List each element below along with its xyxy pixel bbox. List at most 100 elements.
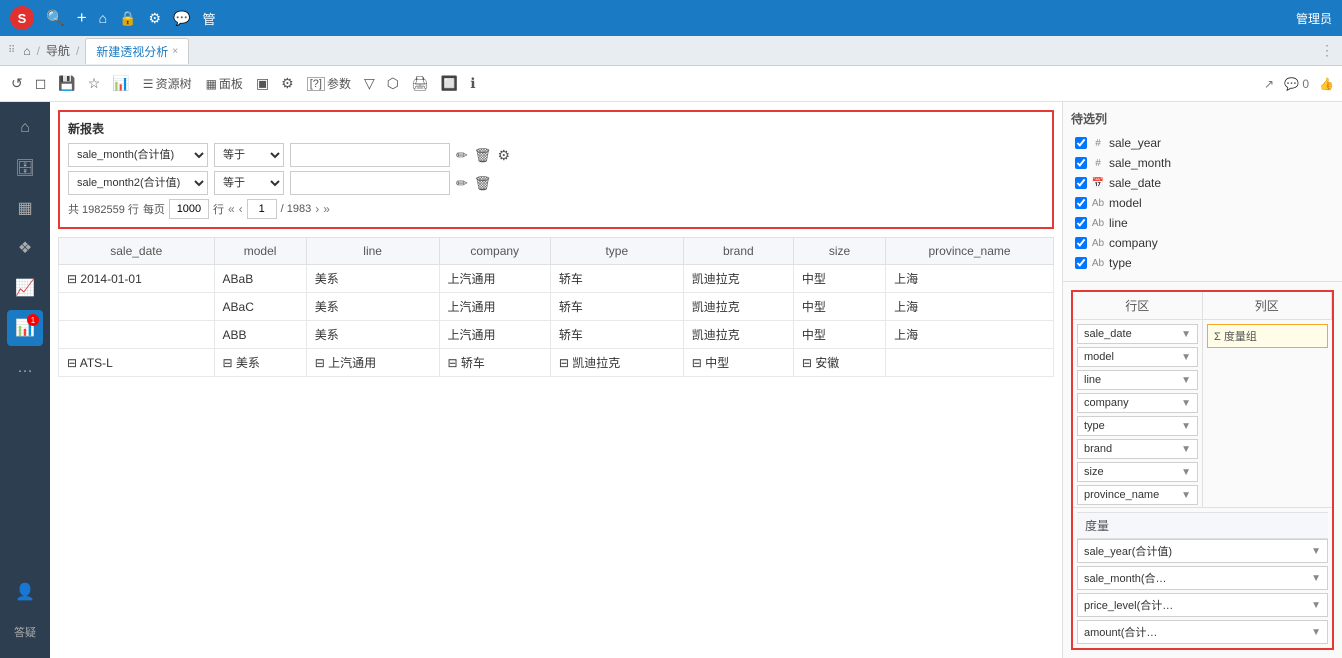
sidebar-item-apps[interactable]: ❖ xyxy=(7,230,43,266)
cell-size: ⊟ 安徽 xyxy=(793,349,885,377)
filter-field-2[interactable]: sale_month2(合计值) xyxy=(68,171,208,195)
nav-breadcrumb[interactable]: 导航 xyxy=(46,42,70,59)
field-item-sale_date[interactable]: 📅 sale_date xyxy=(1071,173,1334,193)
filter-edit-1[interactable]: ✏ xyxy=(456,147,468,164)
filter-value-2[interactable] xyxy=(290,171,450,195)
comment-btn[interactable]: 💬 0 xyxy=(1284,77,1309,91)
sidebar-item-grid[interactable]: ▦ xyxy=(7,190,43,226)
like-btn[interactable]: 👍 xyxy=(1319,77,1334,91)
row-field-brand[interactable]: brand▼ xyxy=(1077,439,1198,459)
field-checkbox-company[interactable] xyxy=(1075,237,1087,249)
field-item-sale_month[interactable]: # sale_month xyxy=(1071,153,1334,173)
filter-value-1[interactable] xyxy=(290,143,450,167)
col-type[interactable]: type xyxy=(550,238,683,265)
settings-icon[interactable]: ⚙ xyxy=(149,10,162,27)
cell-type: 轿车 xyxy=(550,321,683,349)
new-btn[interactable]: ◻ xyxy=(32,73,50,94)
col-field-_____[interactable]: Σ 度量组 xyxy=(1207,324,1328,348)
lock-icon[interactable]: 🔒 xyxy=(119,10,136,27)
field-item-line[interactable]: Ab line xyxy=(1071,213,1334,233)
print-btn[interactable]: 🖨 xyxy=(408,73,432,94)
filter-config-1[interactable]: ⚙ xyxy=(498,147,511,164)
field-item-company[interactable]: Ab company xyxy=(1071,233,1334,253)
row-field-type[interactable]: type▼ xyxy=(1077,416,1198,436)
sidebar-item-db[interactable]: 🗄 xyxy=(7,150,43,186)
chart-btn[interactable]: 📊 xyxy=(109,73,132,94)
cell-company: 上汽通用 xyxy=(439,321,550,349)
sidebar-item-table[interactable]: 📊 xyxy=(7,310,43,346)
measure-field-sale_month___[interactable]: sale_month(合…▼ xyxy=(1077,566,1328,590)
field-name-line: line xyxy=(1109,216,1128,230)
add-icon[interactable]: + xyxy=(77,8,87,28)
prev-page-btn[interactable]: ‹ xyxy=(239,202,243,216)
field-item-sale_year[interactable]: # sale_year xyxy=(1071,133,1334,153)
data-table-wrapper: sale_date model line company type brand … xyxy=(58,237,1054,650)
field-checkbox-model[interactable] xyxy=(1075,197,1087,209)
measure-field-sale_year_____[interactable]: sale_year(合计值)▼ xyxy=(1077,539,1328,563)
field-item-model[interactable]: Ab model xyxy=(1071,193,1334,213)
sidebar-item-home[interactable]: ⌂ xyxy=(7,110,43,146)
info-btn[interactable]: ℹ xyxy=(467,73,478,94)
measure-field-amount____[interactable]: amount(合计…▼ xyxy=(1077,620,1328,644)
panel-btn[interactable]: ▦ 面板 xyxy=(202,73,247,94)
sidebar-item-more[interactable]: … xyxy=(7,350,43,386)
save-btn[interactable]: 💾 xyxy=(55,73,78,94)
field-checkbox-sale_month[interactable] xyxy=(1075,157,1087,169)
cell-line: 美系 xyxy=(306,321,439,349)
sidebar-item-user[interactable]: 👤 xyxy=(7,574,43,610)
first-page-btn[interactable]: « xyxy=(228,202,235,216)
param-btn[interactable]: [?] 参数 xyxy=(303,73,355,94)
row-field-model[interactable]: model▼ xyxy=(1077,347,1198,367)
filter-btn[interactable]: ▽ xyxy=(361,73,378,94)
measure-field-price_level____[interactable]: price_level(合计…▼ xyxy=(1077,593,1328,617)
active-tab[interactable]: 新建透视分析 × xyxy=(85,38,189,64)
filter-edit-2[interactable]: ✏ xyxy=(456,175,468,192)
export-btn[interactable]: ⬡ xyxy=(384,73,402,94)
current-page-input[interactable] xyxy=(247,199,277,219)
next-page-btn[interactable]: › xyxy=(315,202,319,216)
row-field-province_name[interactable]: province_name▼ xyxy=(1077,485,1198,505)
field-item-type[interactable]: Ab type xyxy=(1071,253,1334,273)
row-field-size[interactable]: size▼ xyxy=(1077,462,1198,482)
favorite-btn[interactable]: ☆ xyxy=(85,73,104,94)
grid-btn[interactable]: ▣ xyxy=(253,73,272,94)
col-brand[interactable]: brand xyxy=(683,238,793,265)
col-size[interactable]: size xyxy=(793,238,885,265)
table-row: ABaC美系上汽通用轿车凯迪拉克中型上海 xyxy=(59,293,1054,321)
sidebar-item-help[interactable]: 答疑 xyxy=(7,614,43,650)
sidebar-item-chart[interactable]: 📈 xyxy=(7,270,43,306)
per-page-input[interactable] xyxy=(169,199,209,219)
filter-delete-1[interactable]: 🗑 xyxy=(474,147,492,164)
resource-tree-btn[interactable]: ☰ 资源树 xyxy=(139,73,196,94)
filter-operator-1[interactable]: 等于 xyxy=(214,143,284,167)
refresh-btn[interactable]: ↺ xyxy=(8,73,26,94)
settings-btn[interactable]: ⚙ xyxy=(278,73,297,94)
field-checkbox-sale_year[interactable] xyxy=(1075,137,1087,149)
tab-more-btn[interactable]: ⋮ xyxy=(1320,42,1334,59)
col-model[interactable]: model xyxy=(214,238,306,265)
col-sale-date[interactable]: sale_date xyxy=(59,238,215,265)
row-field-company[interactable]: company▼ xyxy=(1077,393,1198,413)
col-line[interactable]: line xyxy=(306,238,439,265)
field-checkbox-line[interactable] xyxy=(1075,217,1087,229)
home-icon[interactable]: ⌂ xyxy=(99,10,107,26)
row-field-line[interactable]: line▼ xyxy=(1077,370,1198,390)
last-page-btn[interactable]: » xyxy=(323,202,330,216)
col-company[interactable]: company xyxy=(439,238,550,265)
filter-operator-2[interactable]: 等于 xyxy=(214,171,284,195)
admin-icon[interactable]: 管 xyxy=(203,9,216,28)
col-province-name[interactable]: province_name xyxy=(886,238,1054,265)
filter-delete-2[interactable]: 🗑 xyxy=(474,175,492,192)
row-field-sale_date[interactable]: sale_date▼ xyxy=(1077,324,1198,344)
home-tab[interactable]: ⌂ xyxy=(23,44,30,58)
chat-icon[interactable]: 💬 xyxy=(173,10,190,27)
field-checkbox-type[interactable] xyxy=(1075,257,1087,269)
cell-brand: ⊟ 中型 xyxy=(683,349,793,377)
cell-brand: 凯迪拉克 xyxy=(683,265,793,293)
tab-close-btn[interactable]: × xyxy=(172,46,178,57)
search-icon[interactable]: 🔍 xyxy=(46,9,65,27)
filter-field-1[interactable]: sale_month(合计值) xyxy=(68,143,208,167)
share-btn[interactable]: ↗ xyxy=(1264,77,1274,91)
screenshot-btn[interactable]: 🔲 xyxy=(438,73,461,94)
field-checkbox-sale_date[interactable] xyxy=(1075,177,1087,189)
